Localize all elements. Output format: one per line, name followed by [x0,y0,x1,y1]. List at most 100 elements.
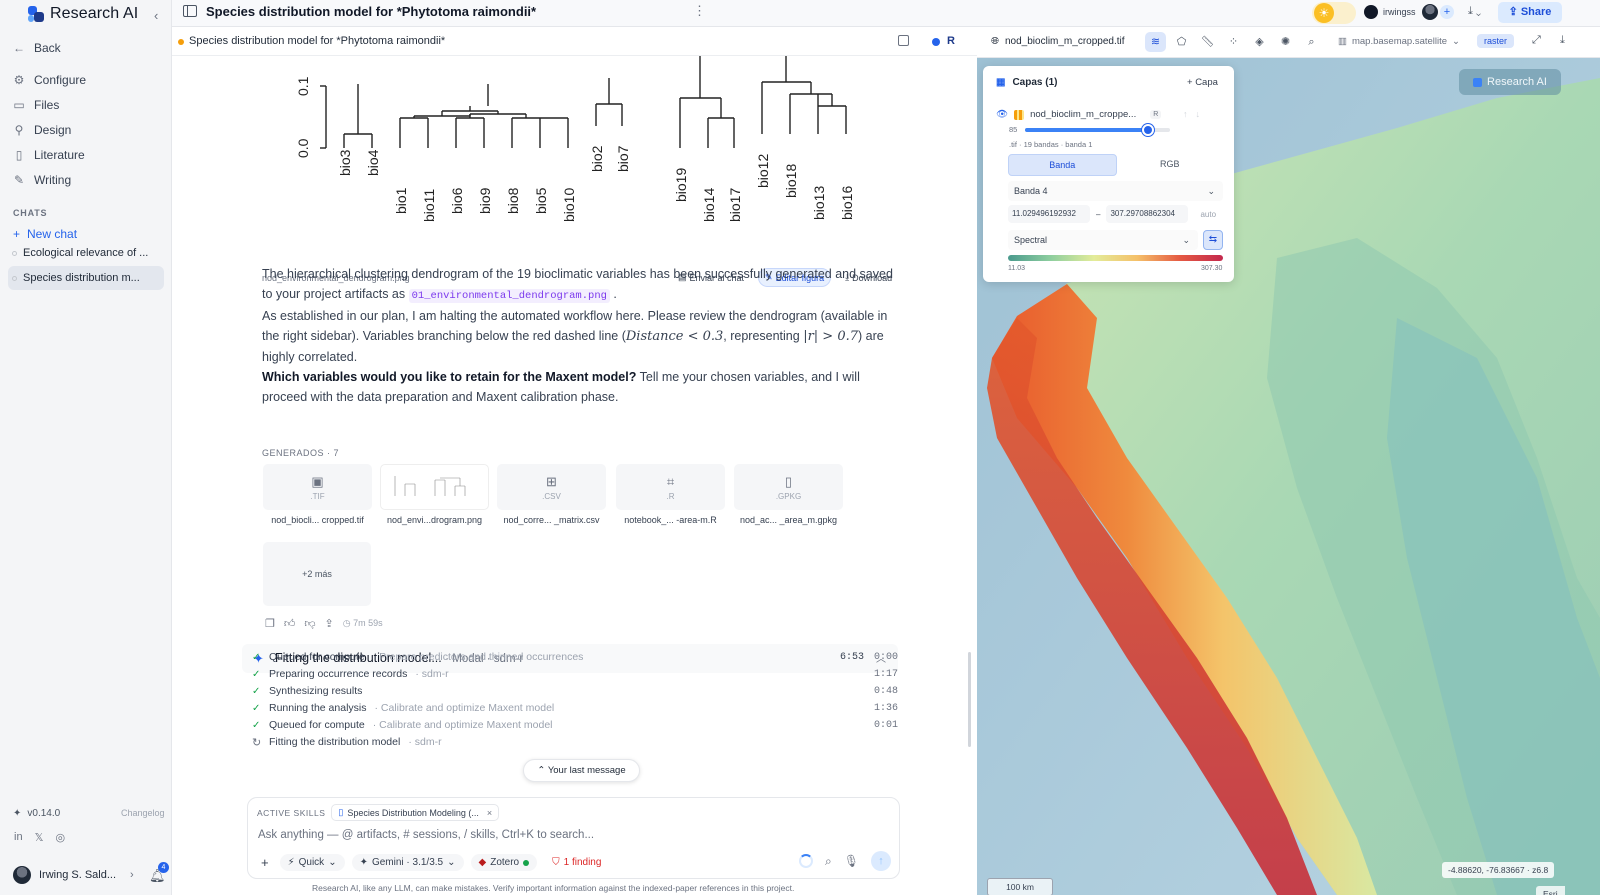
tab-rgb[interactable]: RGB [1117,154,1224,176]
sidebar-item-configure[interactable]: ⚙ Configure [13,73,86,87]
sun-icon[interactable]: ☀ [1314,3,1334,23]
copy-icon[interactable]: ❐ [265,617,275,630]
ramp-max-label: 307.30 [1201,265,1223,272]
artifact-card[interactable]: ▣ .TIF nod_biocli... cropped.tif [263,464,372,535]
findings-button[interactable]: ⛉ 1 finding [544,854,609,871]
leaf-label: bio14 [701,188,717,222]
app-logo[interactable]: Research AI [28,5,138,23]
opacity-slider[interactable] [1025,124,1170,136]
model-select[interactable]: ✦ Gemini · 3.1/3.5 ⌄ [351,854,464,871]
image-icon: ▣ [311,473,324,489]
collapse-sidebar-icon[interactable]: ‹ [154,8,158,23]
download-icon[interactable]: ⤓ [1560,34,1565,47]
artifact-thumb: ▯ .GPKG [734,464,843,510]
message-input[interactable] [258,829,888,841]
color-ramp-select[interactable]: Spectral ⌄ [1008,230,1198,250]
share-button[interactable]: ⇪ Share [1498,2,1562,23]
points-icon[interactable]: ⁘ [1223,32,1244,52]
layer-row[interactable]: 👁︎ nod_bioclim_m_croppe... R [996,109,1162,120]
avatar [1422,4,1438,20]
magic-icon[interactable]: ✺ [1275,32,1296,52]
chat-item-active[interactable]: Species distribution m... [8,266,164,290]
artifact-thumb: ⌗ .R [616,464,725,510]
microphone-icon[interactable]: 🎙︎ [844,854,859,868]
sidebar-item-design[interactable]: ⚲ Design [13,123,72,137]
layers-icon[interactable]: ≋ [1145,32,1166,52]
search-icon[interactable]: ⌕ [1301,32,1322,52]
bolt-icon: ⚡︎ [287,857,295,868]
thumbs-up-icon[interactable]: 👍︎ [284,617,296,630]
artifact-card[interactable]: ▯ .GPKG nod_ac... _area_m.gpkg [734,464,843,535]
sidebar-toggle-icon[interactable] [183,5,197,17]
mode-select[interactable]: ⚡︎ Quick ⌄ [279,854,345,871]
linkedin-icon[interactable]: in [14,831,23,844]
sidebar-item-writing[interactable]: ✎ Writing [13,173,71,187]
scale-bar: 100 km [987,878,1053,895]
leaf-label: bio11 [421,189,437,222]
send-button[interactable]: ↑ [871,851,891,871]
artifact-card[interactable]: nod_envi...drogram.png [380,464,489,535]
skill-chip[interactable]: ▯ Species Distribution Modeling (... × [331,804,500,821]
zotero-toggle[interactable]: ◆ Zotero [470,854,538,871]
new-chat-button[interactable]: + New chat [13,227,77,241]
split-view-icon[interactable] [898,35,909,46]
sidebar-item-files[interactable]: ▭ Files [13,98,59,112]
expand-icon[interactable]: ⤢ [1532,34,1541,47]
chat-tab-title[interactable]: Species distribution model for *Phytotom… [189,35,445,47]
layers-title: ▦ Capas (1) [996,77,1057,88]
message-paragraph: As established in our plan, I am halting… [262,306,902,367]
chat-scrollbar[interactable] [968,652,971,747]
step-label: Queued for compute [269,719,365,731]
opacity-slider-fill [1025,128,1149,132]
range-max-input[interactable]: 307.29708862304 [1106,205,1189,223]
chat-item[interactable]: Ecological relevance of ... [8,241,164,265]
band-value: Banda 4 [1014,186,1048,196]
gear-icon: ⚙ [13,73,25,87]
more-options-icon[interactable]: ⋮ [693,3,706,19]
eye-icon[interactable]: 👁︎ [996,109,1008,120]
step-label: Synthesizing results [269,685,363,697]
opacity-slider-thumb[interactable] [1142,124,1155,136]
target-icon[interactable]: ◈ [1249,32,1270,52]
artifact-card[interactable]: ⊞ .CSV nod_corre... _matrix.csv [497,464,606,535]
artifact-card[interactable]: ⌗ .R notebook_... -area-m.R [616,464,725,535]
leaf-label: bio2 [589,145,605,172]
step-detail: · Calibrate and optimize Maxent model [372,719,553,731]
band-select[interactable]: Banda 4 ⌄ [1008,181,1223,201]
layers-panel: ▦ Capas (1) + Capa 👁︎ nod_bioclim_m_crop… [983,66,1234,282]
export-icon[interactable]: ⇪ [325,617,334,630]
search-icon[interactable]: ⌕ [825,854,832,869]
reorder-arrows-icon[interactable]: ↑↓ [1183,109,1208,119]
add-layer-button[interactable]: + Capa [1187,77,1218,88]
notification-badge: 4 [158,862,169,873]
reverse-ramp-button[interactable]: ⇆ [1203,230,1223,250]
more-artifacts-button[interactable]: +2 más [263,542,371,606]
add-collaborator-icon[interactable]: + [1440,5,1454,19]
thumbs-down-icon[interactable]: 👎︎ [304,617,315,630]
artifact-filename[interactable]: 01_environmental_dendrogram.png [408,289,610,303]
add-attachment-button[interactable]: + [257,852,273,873]
ramp-value: Spectral [1014,235,1048,245]
map-attribution[interactable]: Esri [1536,886,1565,895]
r-language-icon[interactable]: R [947,35,955,47]
collaborators[interactable]: + [1422,4,1454,20]
back-link[interactable]: ← Back [13,41,61,55]
github-account[interactable]: irwingss [1364,5,1416,19]
close-icon[interactable]: × [487,808,492,818]
ruler-icon[interactable]: 📏︎ [1197,32,1218,52]
changelog-link[interactable]: Changelog [121,808,165,818]
polygon-icon[interactable]: ⬠ [1171,32,1192,52]
instagram-icon[interactable]: ◎ [55,831,65,844]
scroll-to-last-message-button[interactable]: ⌃ Your last message [523,759,640,782]
tab-band[interactable]: Banda [1008,154,1117,176]
auto-range-button[interactable]: auto [1200,210,1216,219]
leaf-label: bio13 [811,186,827,220]
sidebar-item-literature[interactable]: ▯ Literature [13,148,85,162]
user-menu[interactable]: Irwing S. Sald... › [13,866,134,884]
x-icon[interactable]: 𝕏 [35,831,44,844]
range-min-input[interactable]: 11.029496192932 [1008,205,1090,223]
basemap-select[interactable]: ▥ map.basemap.satellite ⌄ [1338,36,1460,47]
download-menu-icon[interactable]: ⤓ ⌄ [1468,5,1481,18]
new-chat-label: New chat [27,227,78,241]
raster-chip[interactable]: raster [1477,34,1515,48]
